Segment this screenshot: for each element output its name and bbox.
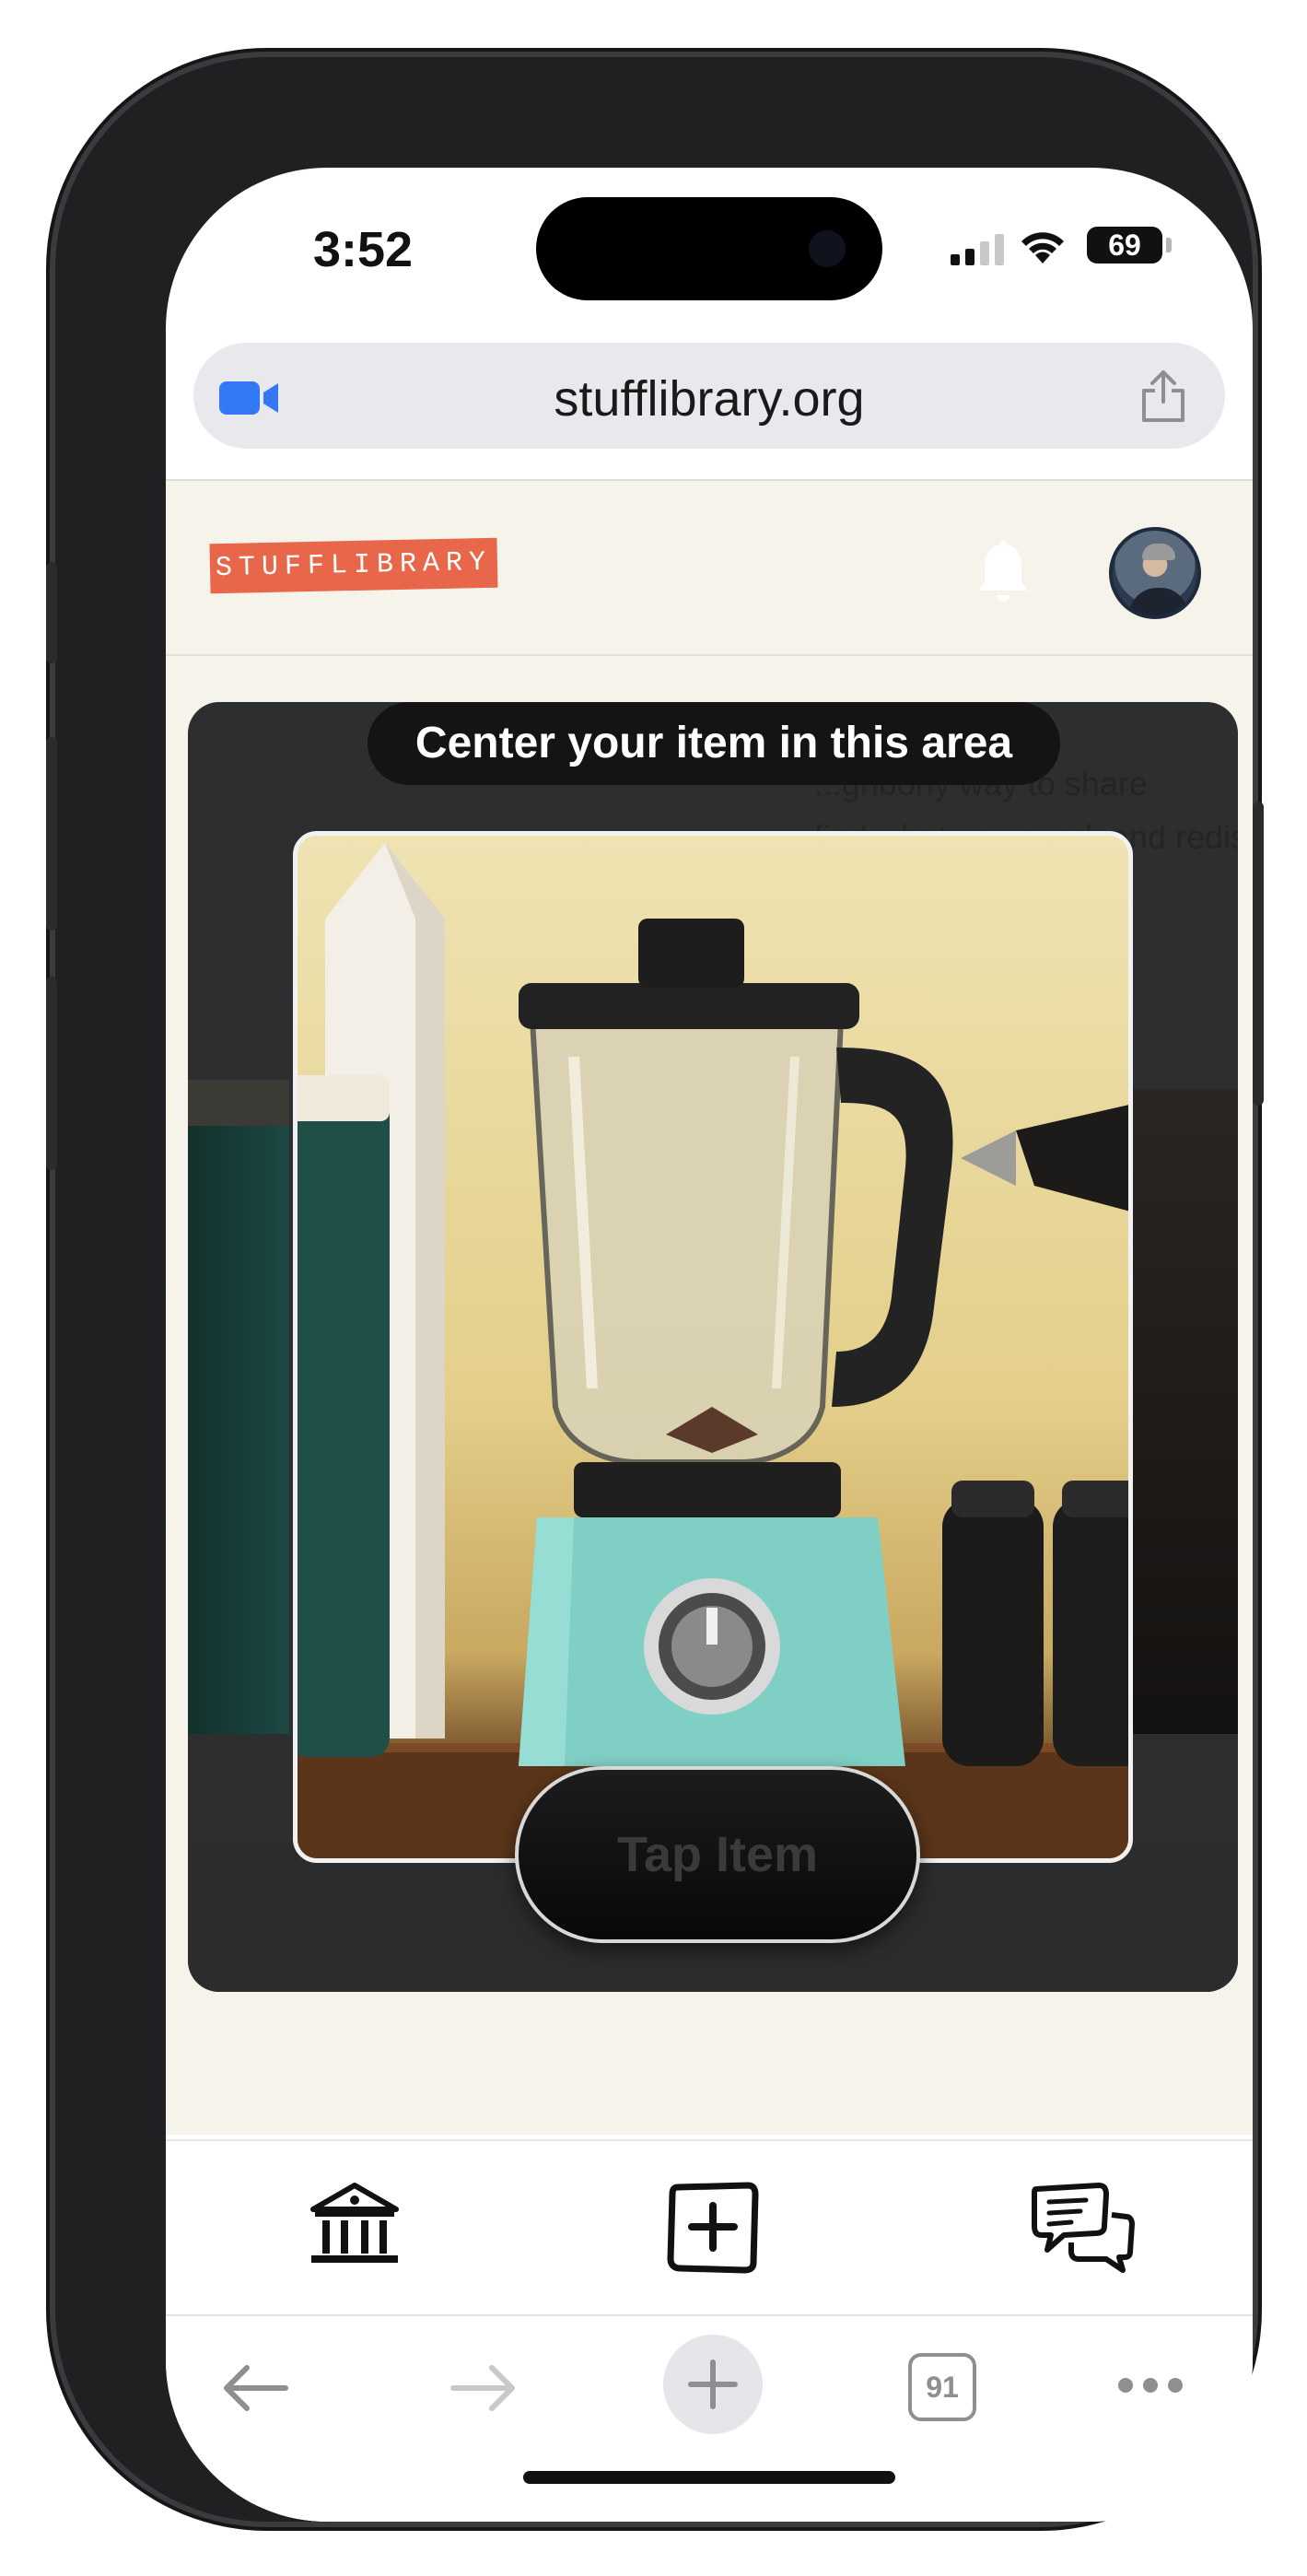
camera-scanner: ...ghborly way to share find what you ne… (188, 702, 1238, 1992)
action-button (46, 562, 57, 663)
site-logo[interactable]: STUFFLIBRARY (209, 537, 498, 594)
wifi-icon (1021, 232, 1064, 263)
notification-bell-icon[interactable] (971, 536, 1035, 610)
forward-arrow-icon[interactable] (449, 2362, 518, 2414)
avatar-shirt (1129, 588, 1188, 615)
url-text[interactable]: stufflibrary.org (193, 370, 1225, 427)
camera-background-right (1127, 1089, 1238, 1734)
scan-area-frame[interactable] (293, 831, 1133, 1863)
camera-background-left (188, 1080, 289, 1734)
status-time: 3:52 (313, 222, 414, 277)
tap-item-button[interactable]: Tap Item (515, 1766, 920, 1943)
side-power-button (1253, 802, 1264, 1106)
browser-toolbar: 91 (166, 2314, 1253, 2522)
home-indicator[interactable] (523, 2471, 895, 2484)
camera-preview-image (298, 843, 1128, 1858)
screen: 3:52 69 stufflibrary.org STUFFLIBRARY to… (166, 168, 1253, 2522)
front-camera (809, 230, 846, 267)
new-tab-icon (688, 2359, 738, 2409)
volume-up-button (46, 737, 57, 931)
cellular-signal-icon (951, 234, 1004, 265)
back-arrow-icon[interactable] (221, 2362, 289, 2414)
volume-down-button (46, 977, 57, 1170)
battery-cap (1166, 238, 1172, 252)
share-icon[interactable] (1138, 369, 1188, 424)
battery-indicator: 69 (1087, 227, 1162, 263)
library-icon[interactable] (304, 2178, 405, 2270)
messages-icon[interactable] (1027, 2178, 1138, 2279)
status-bar: 3:52 69 (166, 168, 1253, 334)
avatar-hair (1142, 544, 1175, 560)
site-header: STUFFLIBRARY (166, 481, 1253, 656)
address-bar[interactable]: stufflibrary.org (193, 343, 1225, 449)
add-item-icon[interactable] (665, 2178, 761, 2274)
more-icon[interactable] (1116, 2375, 1184, 2395)
scan-hint-label: Center your item in this area (368, 702, 1060, 785)
tabs-icon[interactable]: 91 (908, 2353, 976, 2421)
phone-frame: 3:52 69 stufflibrary.org STUFFLIBRARY to… (55, 57, 1253, 2522)
app-bottom-nav (166, 2139, 1253, 2314)
new-tab-button[interactable] (663, 2335, 763, 2434)
dynamic-island (536, 197, 882, 300)
web-page: STUFFLIBRARY ...ghborly way to share fin… (166, 481, 1253, 2135)
camera-background-left-lid (188, 1080, 289, 1126)
user-avatar[interactable] (1109, 527, 1201, 619)
